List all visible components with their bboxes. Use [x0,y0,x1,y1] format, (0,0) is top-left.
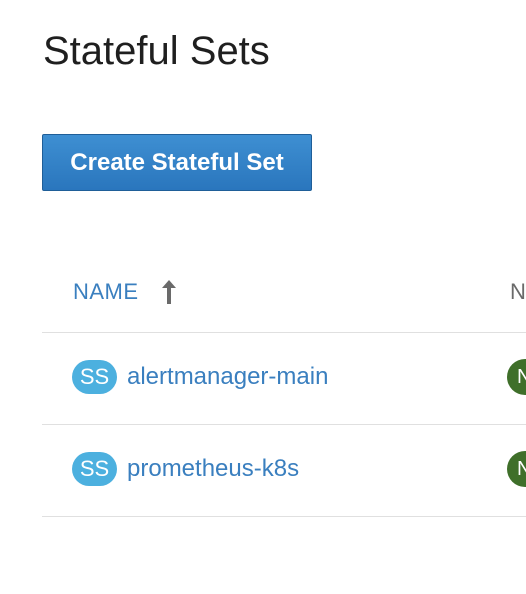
column-header-namespace[interactable]: N [510,278,526,306]
arrow-up-icon[interactable] [159,279,179,305]
page: Stateful Sets Create Stateful Set NAME N… [0,0,526,594]
page-title: Stateful Sets [43,29,270,73]
table-header: NAME N [42,252,526,333]
stateful-sets-table: NAME N SS alertmanager-main N SS prometh… [42,252,526,517]
table-row: SS alertmanager-main N [42,333,526,425]
stateful-set-link[interactable]: prometheus-k8s [127,453,299,485]
namespace-badge: N [507,451,526,487]
table-row: SS prometheus-k8s N [42,425,526,517]
column-header-name[interactable]: NAME [73,278,139,306]
stateful-set-link[interactable]: alertmanager-main [127,361,328,393]
stateful-set-badge: SS [72,452,117,486]
create-stateful-set-button[interactable]: Create Stateful Set [42,134,312,191]
stateful-set-badge: SS [72,360,117,394]
namespace-badge: N [507,359,526,395]
